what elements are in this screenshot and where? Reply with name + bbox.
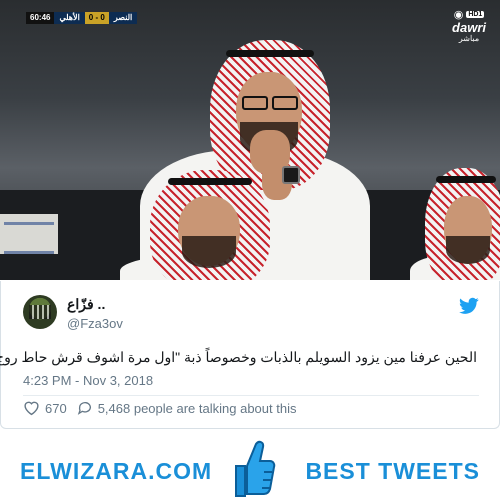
score: 0 - 0	[84, 12, 109, 24]
tweet-text: الحين عرفنا مين يزود السويلم بالذبات وخص…	[0, 349, 477, 365]
best-tweets-label: BEST TWEETS	[305, 458, 480, 484]
user-handle[interactable]: @Fza3ov	[67, 316, 123, 331]
score-bug: 60:46 الأهلي 0 - 0 النصر	[26, 12, 138, 24]
placard-print	[4, 222, 54, 254]
channel-badge: HD1	[466, 11, 485, 18]
tweet-card[interactable]: فزّاع .. @Fza3ov الحين عرفنا مين يزود ال…	[0, 281, 500, 429]
heart-icon[interactable]	[23, 400, 40, 416]
match-clock: 60:46	[26, 12, 55, 24]
embedded-broadcast-image: 60:46 الأهلي 0 - 0 النصر ◉ HD1 dawri مبا…	[0, 0, 500, 280]
home-team-name: النصر	[108, 12, 138, 24]
live-label: مباشر	[458, 34, 480, 43]
footer-banner: ELWIZARA.COM BEST TWEETS	[0, 436, 500, 503]
tweet-actions: 670 5,468 people are talking about this	[23, 400, 296, 416]
channel-name: dawri	[452, 20, 486, 35]
tweet-timestamp[interactable]: 4:23 PM - Nov 3, 2018	[23, 373, 153, 388]
channel-logo: ◉ HD1 dawri مباشر	[452, 8, 486, 44]
twitter-bird-icon[interactable]	[459, 297, 479, 315]
comment-bubble-icon[interactable]	[77, 400, 93, 416]
thumbs-up-icon	[235, 440, 276, 497]
like-count[interactable]: 670	[45, 401, 67, 416]
display-name[interactable]: فزّاع ..	[67, 296, 105, 313]
talking-count[interactable]: 5,468 people are talking about this	[98, 401, 297, 416]
avatar[interactable]	[23, 295, 57, 329]
divider	[23, 395, 479, 396]
site-name[interactable]: ELWIZARA.COM	[20, 458, 212, 485]
away-team-name: الأهلي	[54, 12, 85, 24]
